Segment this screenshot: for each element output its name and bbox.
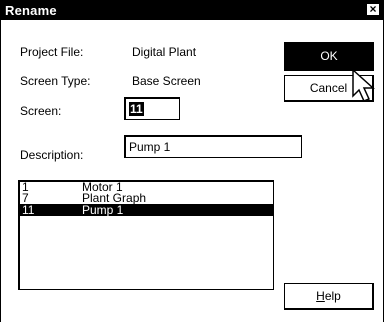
screen-type-label: Screen Type: xyxy=(20,74,91,88)
help-button-label: elp xyxy=(324,289,341,303)
description-label: Description: xyxy=(20,148,84,162)
screen-label: Screen: xyxy=(20,104,62,118)
list-item-name: Pump 1 xyxy=(82,203,124,217)
description-input[interactable]: Pump 1 xyxy=(124,135,302,158)
list-item-selected[interactable]: 11 Pump 1 xyxy=(20,204,273,216)
project-file-value: Digital Plant xyxy=(132,45,197,59)
ok-button-label: OK xyxy=(320,49,338,63)
help-button[interactable]: Help xyxy=(284,283,374,310)
help-mnemonic: H xyxy=(316,289,325,303)
screen-number-input[interactable]: 11 xyxy=(124,97,180,120)
list-item[interactable]: 7 Plant Graph xyxy=(20,192,273,204)
title-bar[interactable]: Rename × xyxy=(1,0,383,20)
screen-list[interactable]: 1 Motor 1 7 Plant Graph 11 Pump 1 xyxy=(18,180,274,290)
close-button[interactable]: × xyxy=(366,3,380,16)
close-icon: × xyxy=(369,2,377,16)
list-item[interactable]: 1 Motor 1 xyxy=(20,181,273,193)
mouse-pointer-icon xyxy=(351,68,381,107)
ok-button[interactable]: OK xyxy=(284,42,374,71)
project-file-label: Project File: xyxy=(20,45,84,59)
screen-number-value: 11 xyxy=(129,102,144,116)
window-title: Rename xyxy=(5,3,57,18)
cancel-button-label: Cancel xyxy=(309,81,348,95)
description-value: Pump 1 xyxy=(129,140,171,154)
list-item-number: 11 xyxy=(22,203,35,217)
rename-dialog: Rename × Project File: Digital Plant Scr… xyxy=(0,0,384,322)
screen-type-value: Base Screen xyxy=(132,74,201,88)
